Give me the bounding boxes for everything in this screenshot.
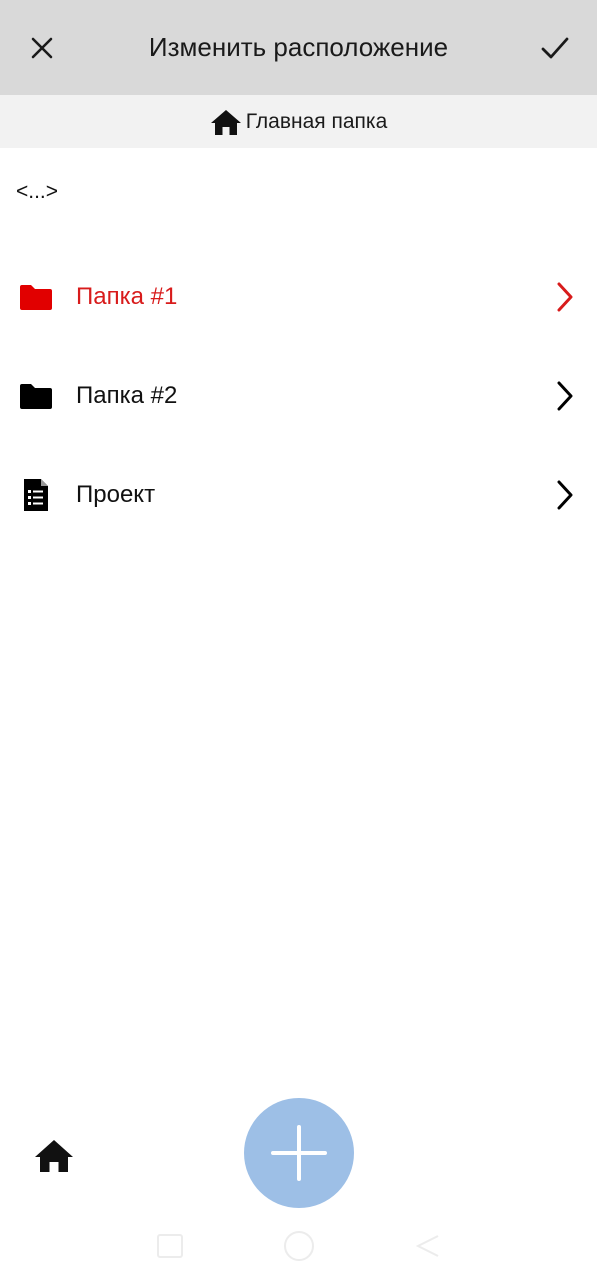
home-icon [210, 109, 241, 135]
chevron-right-icon [557, 282, 573, 311]
confirm-button[interactable] [529, 22, 581, 74]
chevron-right-icon [557, 480, 573, 509]
list-item-label: Проект [76, 480, 156, 508]
home-icon [35, 1140, 73, 1172]
app-bar: Изменить расположение [0, 0, 597, 95]
list-item[interactable]: Папка #1 [0, 247, 597, 346]
back-icon[interactable] [414, 1232, 442, 1260]
list-item-label: Папка #1 [76, 282, 178, 310]
system-home-button[interactable] [284, 1231, 314, 1261]
breadcrumb-label: Главная папка [245, 109, 388, 133]
close-icon [31, 37, 53, 59]
check-icon [541, 37, 569, 59]
add-button[interactable] [244, 1098, 354, 1208]
parent-folder-link[interactable]: <...> [16, 180, 58, 204]
close-button[interactable] [16, 22, 68, 74]
folder-icon [20, 383, 52, 409]
page-title: Изменить расположение [148, 32, 449, 62]
home-button[interactable] [28, 1130, 80, 1182]
recents-button[interactable] [157, 1234, 183, 1258]
list-item[interactable]: Проект [0, 445, 597, 544]
breadcrumb[interactable]: Главная папка [0, 95, 597, 148]
folder-icon [20, 284, 52, 310]
chevron-right-icon [557, 381, 573, 410]
list-item-label: Папка #2 [76, 381, 178, 409]
document-list-icon [24, 478, 48, 511]
system-navigation-bar [0, 1222, 597, 1270]
plus-icon [271, 1125, 327, 1181]
list-item[interactable]: Папка #2 [0, 346, 597, 445]
